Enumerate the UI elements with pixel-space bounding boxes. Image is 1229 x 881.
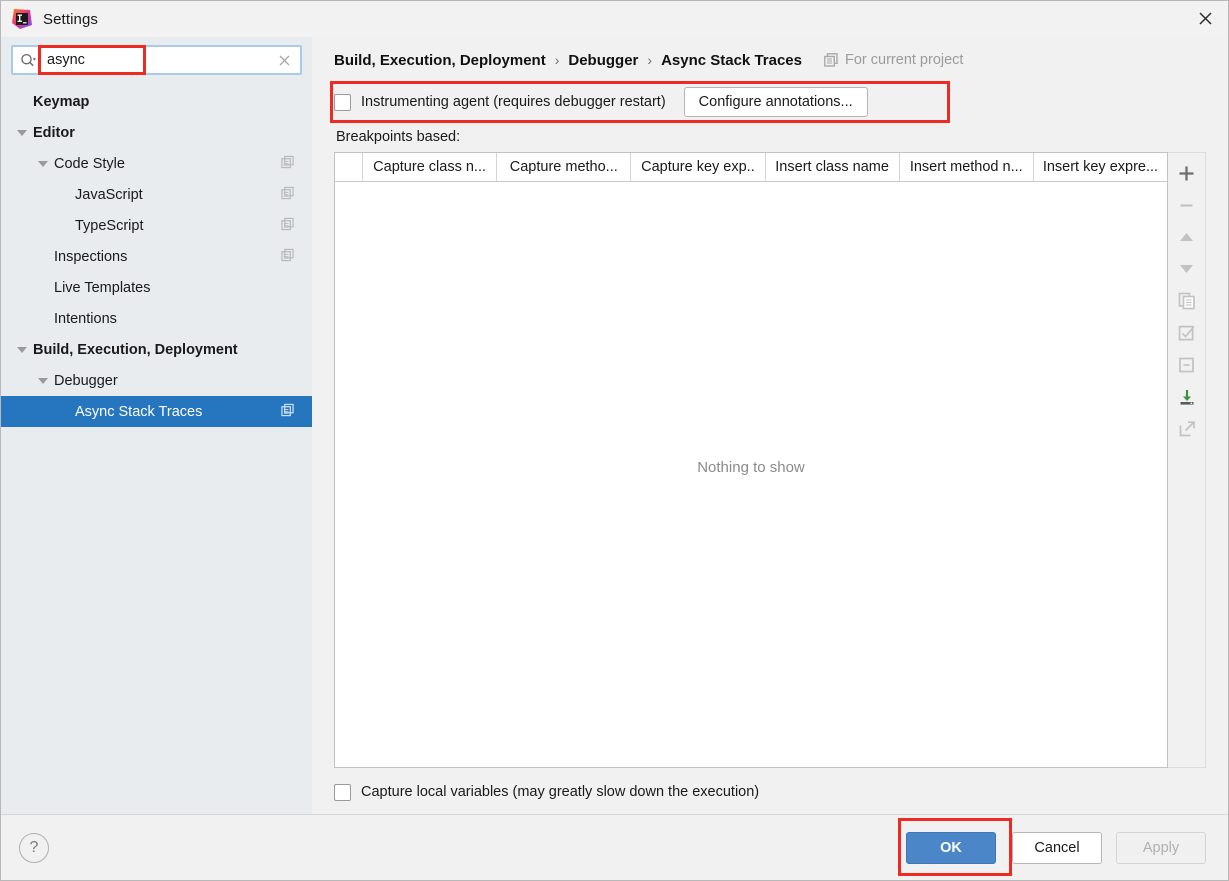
table-column-header[interactable]: Insert class name <box>765 153 900 181</box>
clear-icon[interactable] <box>278 54 291 67</box>
search-input[interactable]: async <box>37 45 278 75</box>
search-area: async <box>1 37 312 81</box>
configure-annotations-button[interactable]: Configure annotations... <box>683 87 868 117</box>
settings-tree[interactable]: Keymap Editor Code Style JavaScript TypeScri… <box>1 81 312 814</box>
help-icon[interactable]: ? <box>19 832 49 863</box>
settings-sidebar: async Keymap Editor Code Style JavaScript Ty… <box>1 37 312 814</box>
search-icon[interactable] <box>20 53 37 68</box>
move-down-icon[interactable] <box>1171 253 1203 285</box>
dialog-body: async Keymap Editor Code Style JavaScript Ty… <box>1 37 1228 814</box>
copy-settings-icon <box>281 248 294 265</box>
table-column-header[interactable]: Capture metho... <box>497 153 632 181</box>
instrumenting-agent-row: Instrumenting agent (requires debugger r… <box>330 81 1206 123</box>
window-title: Settings <box>43 10 98 28</box>
breakpoints-based-label: Breakpoints based: <box>336 129 461 145</box>
title-bar: Settings <box>1 1 1228 37</box>
sidebar-item-keymap[interactable]: Keymap <box>1 86 312 117</box>
table-toolbar <box>1168 152 1206 768</box>
cancel-button[interactable]: Cancel <box>1012 831 1102 864</box>
table-header-row: Capture class n... Capture metho... Captur… <box>335 153 1168 182</box>
capture-locals-row: Capture local variables (may greatly slo… <box>334 770 1206 814</box>
enable-all-icon[interactable] <box>1171 317 1203 349</box>
copy-settings-icon <box>281 217 294 234</box>
ok-button-wrapper: OK <box>898 817 1012 876</box>
sidebar-item-label: JavaScript <box>75 186 143 203</box>
project-scope-icon <box>824 53 838 67</box>
settings-content-panel: Build, Execution, Deployment › Debugger … <box>312 37 1228 814</box>
table-header-checkbox-column <box>335 153 363 181</box>
sidebar-item-label: Inspections <box>54 248 128 265</box>
table-column-header[interactable]: Capture class n... <box>363 153 498 181</box>
sidebar-item-label: Keymap <box>33 93 90 110</box>
sidebar-item-typescript[interactable]: TypeScript <box>1 210 312 241</box>
dialog-footer: ? OK Cancel Apply <box>1 814 1228 880</box>
footer-buttons: OK Cancel Apply <box>898 817 1206 876</box>
sidebar-item-label: Code Style <box>54 155 125 172</box>
instrumenting-agent-checkbox[interactable] <box>334 93 351 111</box>
chevron-down-icon[interactable] <box>38 377 48 384</box>
sidebar-item-debugger[interactable]: Debugger <box>1 365 312 396</box>
sidebar-item-live-templates[interactable]: Live Templates <box>1 272 312 303</box>
settings-dialog: Settings async Keymap Editor Code Style … <box>0 0 1229 881</box>
breadcrumb-part-1[interactable]: Debugger <box>568 52 638 69</box>
sidebar-item-label: Live Templates <box>54 279 151 296</box>
move-up-icon[interactable] <box>1171 221 1203 253</box>
close-icon[interactable] <box>1182 1 1228 35</box>
help-glyph: ? <box>29 838 39 856</box>
scope-label: For current project <box>845 52 964 68</box>
sidebar-item-label: Editor <box>33 124 75 141</box>
breadcrumb-separator-icon: › <box>554 52 560 68</box>
copy-settings-icon <box>281 155 294 172</box>
chevron-down-icon[interactable] <box>17 346 27 353</box>
disable-all-icon[interactable] <box>1171 349 1203 381</box>
sidebar-item-label: Debugger <box>54 372 118 389</box>
sidebar-item-async-stack-traces[interactable]: Async Stack Traces <box>1 396 312 427</box>
copy-settings-icon <box>281 403 294 420</box>
search-box[interactable]: async <box>11 45 302 75</box>
breadcrumb-part-0[interactable]: Build, Execution, Deployment <box>334 52 546 69</box>
breadcrumb-part-2[interactable]: Async Stack Traces <box>661 52 802 69</box>
capture-locals-checkbox[interactable] <box>334 783 351 801</box>
sidebar-item-code-style[interactable]: Code Style <box>1 148 312 179</box>
sidebar-item-intentions[interactable]: Intentions <box>1 303 312 334</box>
sidebar-item-label: Intentions <box>54 310 117 327</box>
ok-button[interactable]: OK <box>906 831 996 864</box>
scope-indicator: For current project <box>824 52 963 68</box>
capture-locals-label: Capture local variables (may greatly slo… <box>361 784 760 800</box>
import-icon[interactable] <box>1171 381 1203 413</box>
sidebar-item-build-execution-deployment[interactable]: Build, Execution, Deployment <box>1 334 312 365</box>
search-input-value: async <box>47 52 85 68</box>
breakpoints-table: Capture class n... Capture metho... Captur… <box>334 152 1168 768</box>
sidebar-item-label: Async Stack Traces <box>75 403 203 420</box>
breadcrumb-separator-icon: › <box>647 52 653 68</box>
remove-icon[interactable] <box>1171 189 1203 221</box>
table-body[interactable]: Nothing to show <box>335 182 1167 767</box>
sidebar-item-inspections[interactable]: Inspections <box>1 241 312 272</box>
table-column-header[interactable]: Insert key expre... <box>1033 153 1168 181</box>
add-icon[interactable] <box>1171 157 1203 189</box>
chevron-down-icon[interactable] <box>38 160 48 167</box>
table-column-header[interactable]: Capture key exp.. <box>631 153 766 181</box>
sidebar-item-javascript[interactable]: JavaScript <box>1 179 312 210</box>
instrumenting-agent-label: Instrumenting agent (requires debugger r… <box>361 94 666 110</box>
export-icon[interactable] <box>1171 413 1203 445</box>
sidebar-item-editor[interactable]: Editor <box>1 117 312 148</box>
breakpoints-table-area: Capture class n... Capture metho... Captur… <box>334 152 1206 770</box>
copy-settings-icon <box>281 186 294 203</box>
intellij-idea-logo-icon <box>11 8 33 30</box>
copy-icon[interactable] <box>1171 285 1203 317</box>
breadcrumb: Build, Execution, Deployment › Debugger … <box>334 37 1206 83</box>
sidebar-item-label: Build, Execution, Deployment <box>33 341 238 358</box>
apply-button[interactable]: Apply <box>1116 831 1206 864</box>
chevron-down-icon[interactable] <box>17 129 27 136</box>
sidebar-item-label: TypeScript <box>75 217 144 234</box>
empty-state-text: Nothing to show <box>697 459 805 476</box>
table-column-header[interactable]: Insert method n... <box>899 153 1034 181</box>
